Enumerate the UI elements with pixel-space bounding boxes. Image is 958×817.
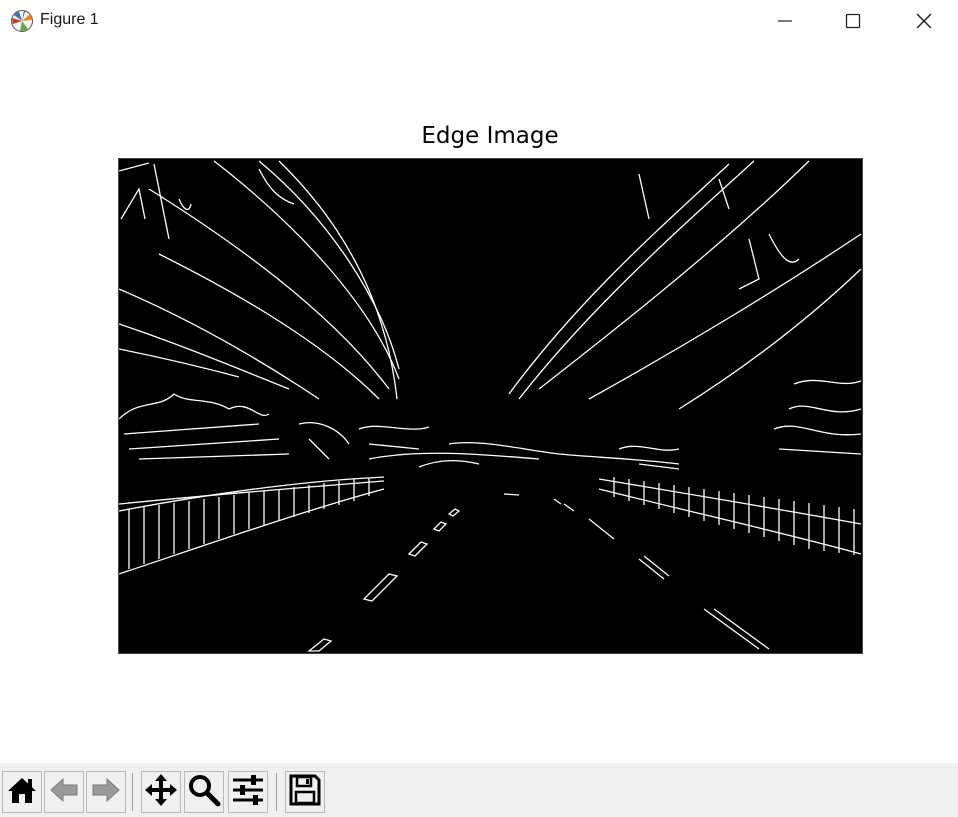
toolbar-separator	[276, 773, 277, 811]
zoom-magnifier-icon	[187, 773, 221, 811]
home-icon	[6, 775, 38, 809]
minimize-button[interactable]	[762, 0, 808, 42]
matplotlib-logo-icon	[10, 9, 34, 33]
axes-title: Edge Image	[421, 123, 559, 149]
maximize-icon	[845, 13, 861, 29]
figure-window: Figure 1 Edge Image	[0, 0, 958, 817]
navigation-toolbar	[0, 763, 958, 817]
window-title: Figure 1	[40, 11, 99, 28]
maximize-button[interactable]	[830, 0, 876, 42]
save-floppy-icon	[289, 774, 321, 810]
title-bar[interactable]: Figure 1	[0, 0, 958, 42]
forward-button[interactable]	[86, 771, 126, 813]
pan-button[interactable]	[141, 771, 181, 813]
edge-image[interactable]	[118, 158, 863, 654]
minimize-icon	[777, 13, 793, 29]
home-button[interactable]	[2, 771, 42, 813]
pan-move-icon	[144, 773, 178, 811]
toolbar-separator	[132, 773, 133, 811]
zoom-button[interactable]	[184, 771, 224, 813]
close-button[interactable]	[901, 0, 947, 42]
back-button[interactable]	[44, 771, 84, 813]
edge-image-drawing	[118, 159, 862, 653]
back-arrow-icon	[48, 775, 80, 809]
forward-arrow-icon	[90, 775, 122, 809]
figure-canvas[interactable]: Edge Image	[0, 42, 958, 763]
save-button[interactable]	[285, 771, 325, 813]
configure-subplots-icon	[231, 774, 265, 810]
configure-subplots-button[interactable]	[228, 771, 268, 813]
close-icon	[915, 12, 933, 30]
